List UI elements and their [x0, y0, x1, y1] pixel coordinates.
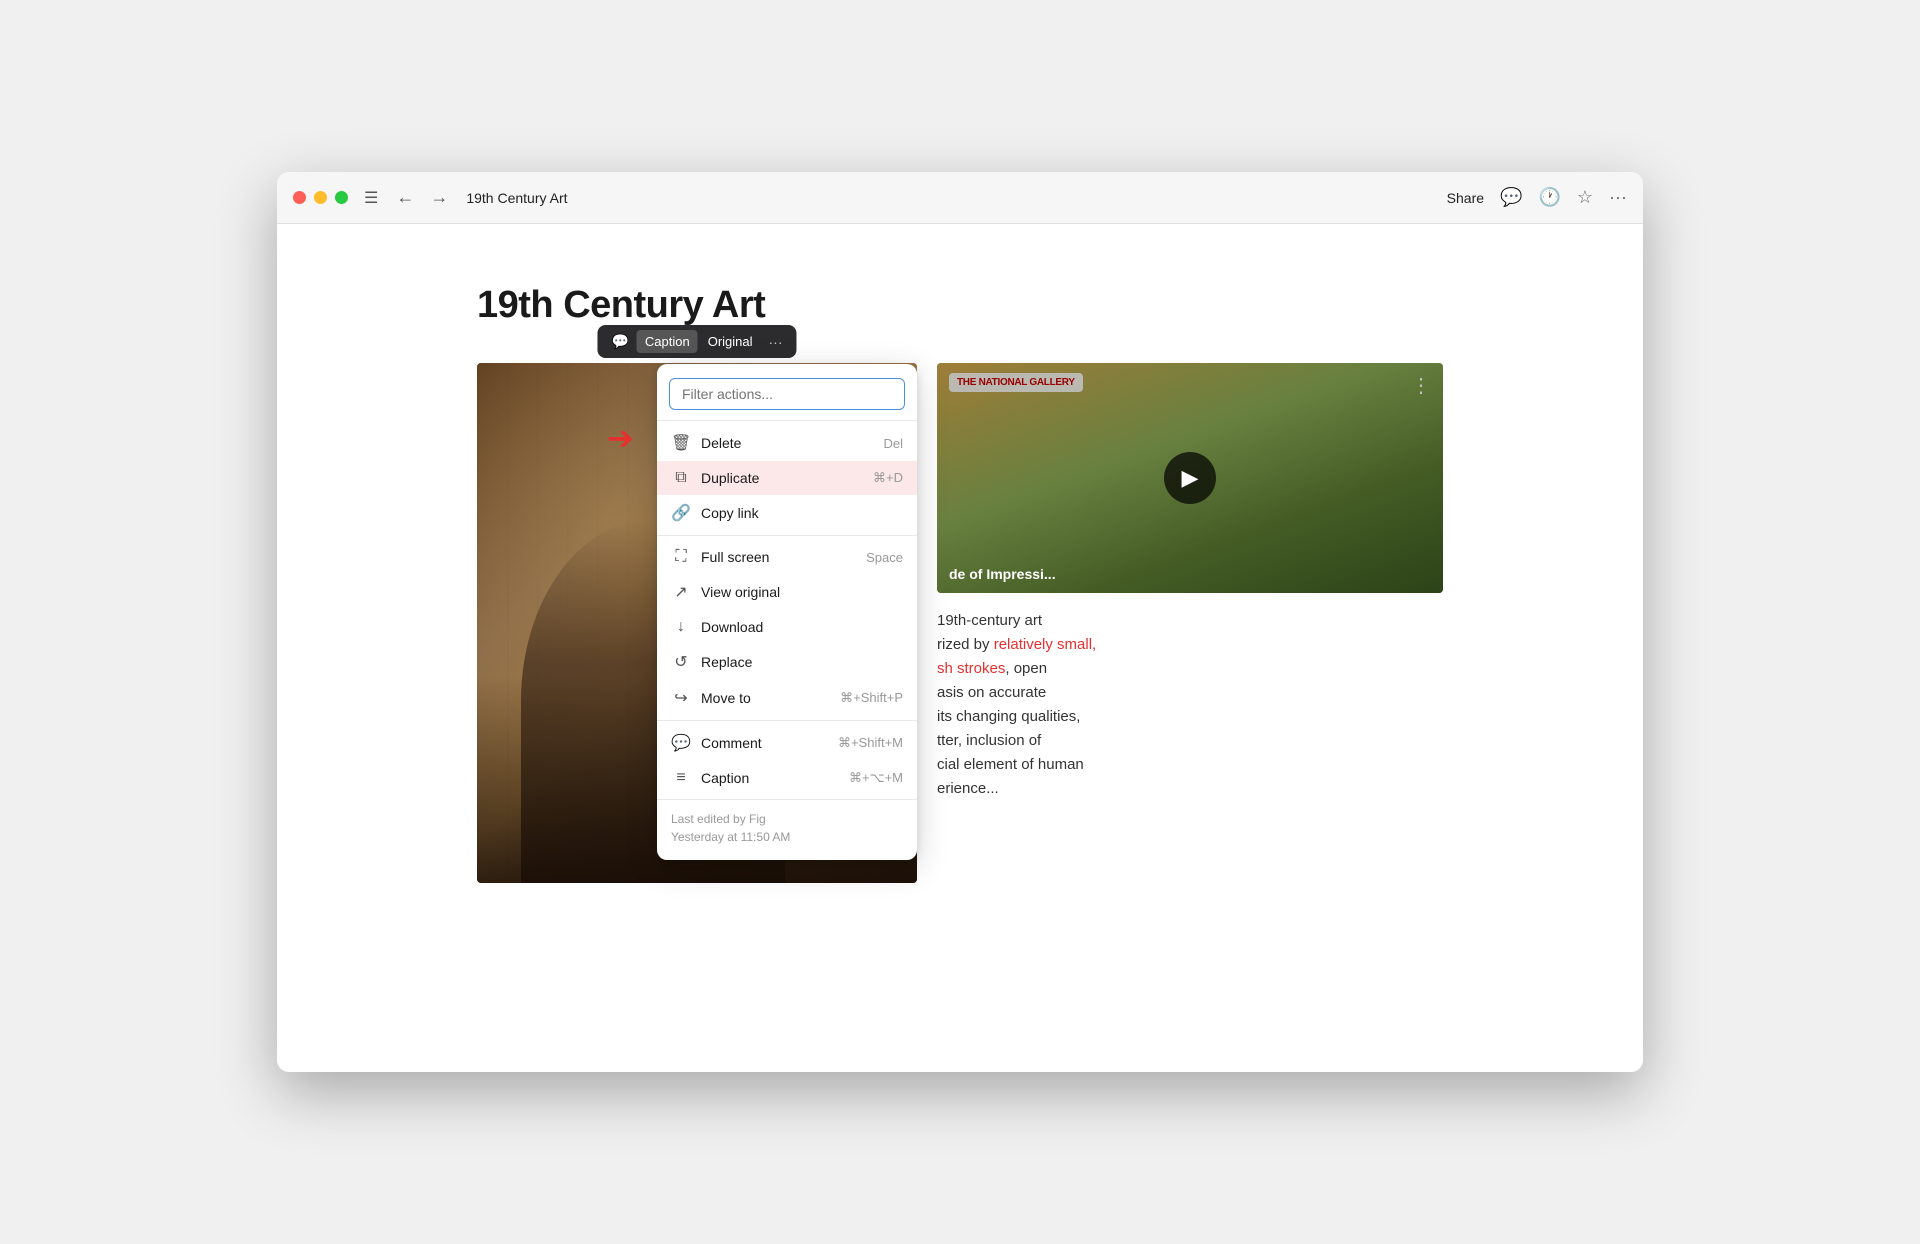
menu-item-comment[interactable]: 💬 Comment ⌘+Shift+M: [657, 725, 917, 761]
move-to-label: Move to: [701, 690, 830, 706]
menu-item-view-original[interactable]: ↗ View original: [657, 574, 917, 610]
text-line5: tter, inclusion of: [937, 732, 1041, 749]
replace-label: Replace: [701, 654, 903, 670]
replace-icon: ↺: [671, 652, 691, 672]
copy-link-icon: 🔗: [671, 503, 691, 523]
menu-item-download[interactable]: ↓ Download: [657, 610, 917, 644]
duplicate-shortcut: ⌘+D: [873, 470, 903, 486]
text-line2a: rized by: [937, 636, 994, 653]
view-original-icon: ↗: [671, 582, 691, 602]
image-toolbar: 💬 Caption Original ···: [597, 325, 796, 358]
text-line6: cial element of human: [937, 756, 1084, 773]
text-line2b: , open: [1005, 660, 1047, 677]
delete-shortcut: Del: [883, 436, 903, 451]
menu-item-duplicate[interactable]: ⧉ Duplicate ⌘+D: [657, 461, 917, 495]
favorite-icon[interactable]: ☆: [1577, 187, 1593, 208]
comment-menu-icon: 💬: [671, 733, 691, 753]
move-to-icon: ↪: [671, 688, 691, 708]
context-menu: 🗑 Delete Del ⧉ Duplicate ⌘+D 🔗 Copy link…: [657, 364, 917, 860]
move-to-shortcut: ⌘+Shift+P: [840, 690, 903, 706]
maximize-button[interactable]: [335, 191, 348, 204]
view-original-label: View original: [701, 584, 903, 600]
menu-item-move-to[interactable]: ↪ Move to ⌘+Shift+P: [657, 680, 917, 716]
fullscreen-icon: ⛶: [671, 548, 691, 566]
menu-item-replace[interactable]: ↺ Replace: [657, 644, 917, 680]
caption-label: Caption: [701, 770, 839, 786]
page-title: 19th Century Art: [477, 284, 1443, 327]
app-window: ☰ ← → 19th Century Art Share 💬 🕐 ☆ ··· 1…: [277, 172, 1643, 1072]
comment-icon[interactable]: 💬: [1500, 187, 1522, 208]
comment-label: Comment: [701, 735, 828, 751]
footer-edited-by: Last edited by Fig: [671, 810, 903, 828]
forward-button[interactable]: →: [424, 183, 454, 212]
close-button[interactable]: [293, 191, 306, 204]
menu-divider-2: [657, 535, 917, 536]
video-overlay: ▶: [937, 363, 1443, 593]
original-toolbar-button[interactable]: Original: [700, 330, 761, 353]
sidebar-toggle-icon[interactable]: ☰: [364, 188, 378, 208]
fullscreen-label: Full screen: [701, 549, 856, 565]
text-red1: relatively small,: [994, 636, 1097, 653]
duplicate-label: Duplicate: [701, 470, 863, 486]
video-title: de of Impressi...: [949, 565, 1403, 583]
minimize-button[interactable]: [314, 191, 327, 204]
video-block: THE NATIONAL GALLERY ⋮ ▶ de of Impressi.…: [937, 363, 1443, 883]
image-more-icon[interactable]: ···: [763, 330, 789, 354]
menu-divider-1: [657, 420, 917, 421]
menu-item-caption[interactable]: ≡ Caption ⌘+⌥+M: [657, 761, 917, 795]
red-arrow: ➔: [607, 419, 634, 457]
text-line1: 19th-century art: [937, 612, 1042, 629]
back-button[interactable]: ←: [390, 183, 420, 212]
article-text: 19th-century art rized by relatively sma…: [937, 609, 1443, 801]
comment-shortcut: ⌘+Shift+M: [838, 735, 903, 751]
titlebar-right: Share 💬 🕐 ☆ ···: [1447, 187, 1627, 208]
video-thumbnail: THE NATIONAL GALLERY ⋮ ▶ de of Impressi.…: [937, 363, 1443, 593]
share-button[interactable]: Share: [1447, 190, 1484, 206]
caption-shortcut: ⌘+⌥+M: [849, 770, 903, 786]
traffic-lights: [293, 191, 348, 204]
nav-buttons: ← →: [390, 183, 454, 212]
menu-item-fullscreen[interactable]: ⛶ Full screen Space: [657, 540, 917, 574]
text-line3: asis on accurate: [937, 684, 1046, 701]
caption-toolbar-button[interactable]: Caption: [637, 330, 698, 353]
menu-divider-3: [657, 720, 917, 721]
text-line7: erience...: [937, 780, 999, 797]
menu-item-delete[interactable]: 🗑 Delete Del: [657, 425, 917, 461]
delete-label: Delete: [701, 435, 873, 451]
caption-menu-icon: ≡: [671, 769, 691, 787]
delete-icon: 🗑: [671, 433, 691, 453]
footer-time: Yesterday at 11:50 AM: [671, 828, 903, 846]
filter-section: [657, 370, 917, 416]
menu-footer: Last edited by Fig Yesterday at 11:50 AM: [657, 799, 917, 854]
more-options-icon[interactable]: ···: [1609, 187, 1627, 208]
download-icon: ↓: [671, 618, 691, 636]
page-content: 19th Century Art 💬 Caption Original ···: [277, 224, 1643, 1072]
caption-icon: 💬: [605, 329, 634, 354]
text-red2: sh strokes: [937, 660, 1005, 677]
copy-link-label: Copy link: [701, 505, 903, 521]
fullscreen-shortcut: Space: [866, 550, 903, 565]
play-button[interactable]: ▶: [1164, 452, 1216, 504]
filter-input[interactable]: [669, 378, 905, 410]
download-label: Download: [701, 619, 903, 635]
text-line4: its changing qualities,: [937, 708, 1080, 725]
window-page-title: 19th Century Art: [466, 190, 1434, 206]
history-icon[interactable]: 🕐: [1538, 187, 1560, 208]
titlebar: ☰ ← → 19th Century Art Share 💬 🕐 ☆ ···: [277, 172, 1643, 224]
duplicate-icon: ⧉: [671, 469, 691, 487]
menu-item-copy-link[interactable]: 🔗 Copy link: [657, 495, 917, 531]
